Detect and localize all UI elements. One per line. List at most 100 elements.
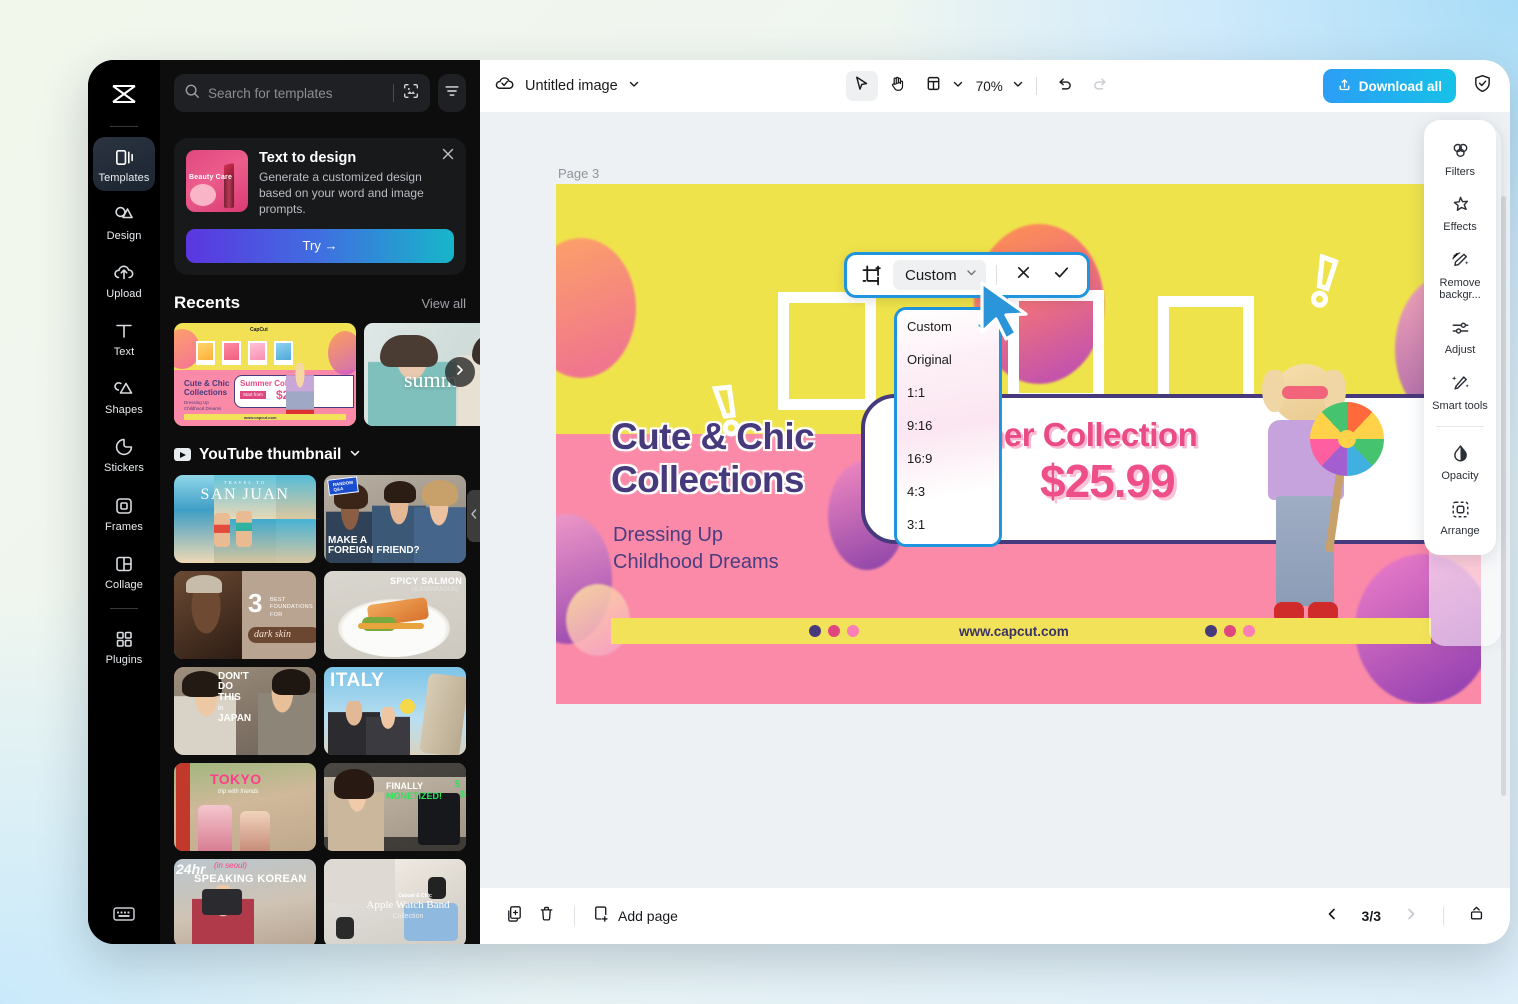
trash-icon — [537, 904, 556, 928]
toolbar-center-tools: 70% — [640, 71, 1323, 101]
search-box[interactable] — [174, 74, 430, 112]
tool-label: Remove backgr... — [1439, 276, 1481, 301]
dot — [828, 625, 840, 637]
undo-button[interactable] — [1049, 71, 1081, 101]
category-selector-youtube-thumbnail[interactable]: YouTube thumbnail — [160, 426, 480, 475]
tool-remove-background[interactable]: Remove backgr... — [1424, 241, 1496, 309]
template-card-foreign-friend[interactable]: RANDOM Q&A MAKE A FOREIGN FRIEND? — [324, 474, 466, 563]
tool-filters[interactable]: Filters — [1424, 130, 1496, 185]
tool-label: Effects — [1443, 221, 1477, 234]
crop-option-label: Original — [907, 352, 952, 367]
crop-option-1-1[interactable]: 1:1 — [897, 376, 999, 409]
tool-smart-tools[interactable]: Smart tools — [1424, 364, 1496, 419]
collapse-panel-handle[interactable] — [467, 490, 480, 542]
tool-adjust[interactable]: Adjust — [1424, 308, 1496, 363]
tool-label: Opacity — [1441, 469, 1479, 482]
crop-icon[interactable] — [855, 258, 889, 292]
zoom-selector[interactable]: 70% — [976, 77, 1024, 95]
dot — [847, 625, 859, 637]
document-name: Untitled image — [525, 78, 618, 94]
dot — [1205, 625, 1217, 637]
crop-option-9-16[interactable]: 9:16 — [897, 409, 999, 442]
template-thumbnail-grid: TRAVEL TO SAN JUAN RANDOM Q&A MAKE A FOREI… — [160, 474, 480, 944]
editor-area: Untitled image 70% Download all Page 3 C… — [480, 60, 1510, 944]
canvas-area[interactable]: Page 3 CapCut — [480, 112, 1510, 888]
tool-effects[interactable]: Effects — [1424, 185, 1496, 240]
close-icon[interactable] — [441, 147, 455, 166]
tool-label: Filters — [1445, 166, 1475, 178]
sidebar-label: Frames — [105, 520, 143, 533]
top-toolbar: Untitled image 70% Download all — [480, 60, 1510, 112]
sidebar-item-stickers[interactable]: Stickers — [93, 427, 155, 481]
exclamation-decoration — [1304, 253, 1346, 317]
search-divider — [393, 84, 394, 102]
layout-tool[interactable] — [918, 71, 964, 101]
left-icon-rail: Templates Design Upload Text Shapes Stic… — [88, 60, 160, 944]
hand-tool[interactable] — [882, 71, 914, 101]
duplicate-page-button[interactable] — [498, 900, 530, 932]
template-card-italy[interactable]: ITALY — [324, 666, 466, 755]
template-card-tokyo[interactable]: TOKYO trip with friends — [174, 762, 316, 851]
select-tool[interactable] — [845, 71, 878, 101]
crop-toolbar: Custom — [844, 252, 1090, 298]
next-page-button[interactable] — [1395, 900, 1427, 932]
sidebar-label: Upload — [106, 288, 142, 301]
page-navigation: 3/3 — [1316, 900, 1492, 932]
expand-panel-button[interactable] — [1460, 900, 1492, 932]
crop-confirm-button[interactable] — [1045, 258, 1079, 292]
remove-background-icon — [1449, 250, 1471, 272]
template-card-san-juan[interactable]: TRAVEL TO SAN JUAN — [174, 474, 316, 563]
image-search-icon[interactable] — [402, 82, 420, 105]
sidebar-item-collage[interactable]: Collage — [93, 544, 155, 598]
sidebar-item-text[interactable]: Text — [93, 311, 155, 365]
sidebar-label: Stickers — [104, 462, 144, 475]
shapes-icon — [113, 378, 135, 400]
crop-option-label: 9:16 — [907, 418, 933, 433]
keyboard-shortcuts-button[interactable] — [112, 905, 136, 928]
view-all-link[interactable]: View all — [421, 296, 466, 311]
prev-page-button[interactable] — [1316, 900, 1348, 932]
add-page-button[interactable]: Add page — [591, 904, 678, 928]
sidebar-item-templates[interactable]: Templates — [93, 137, 155, 192]
filter-button[interactable] — [438, 74, 466, 112]
download-all-button[interactable]: Download all — [1322, 69, 1456, 103]
tool-opacity[interactable]: Opacity — [1424, 434, 1496, 489]
capcut-logo[interactable] — [104, 74, 144, 114]
template-card-monetized[interactable]: FINALLY MONETIZED! $ $ — [324, 762, 466, 851]
delete-page-button[interactable] — [530, 900, 562, 932]
recent-card-summer-collection[interactable]: CapCut Cute & Chic Collections Dressing U… — [174, 322, 356, 426]
undo-icon — [1056, 75, 1073, 97]
sidebar-item-shapes[interactable]: Shapes — [93, 369, 155, 423]
dot — [809, 625, 821, 637]
crop-option-4-3[interactable]: 4:3 — [897, 475, 999, 508]
check-icon — [1052, 263, 1071, 287]
canvas-scrollbar[interactable] — [1501, 196, 1506, 796]
chevron-left-icon — [470, 507, 478, 525]
crop-option-16-9[interactable]: 16:9 — [897, 442, 999, 475]
crop-ratio-select[interactable]: Custom — [893, 260, 986, 290]
search-input[interactable] — [208, 85, 385, 101]
redo-button[interactable] — [1085, 71, 1117, 101]
mouse-cursor — [976, 280, 1034, 349]
template-card-foundations[interactable]: 3 BEST FOUNDATIONS FOR dark skin — [174, 570, 316, 659]
capcut-app-window: Templates Design Upload Text Shapes Stic… — [88, 60, 1510, 944]
template-card-apple-watch[interactable]: Casual & Chic Apple Watch Band Collectio… — [324, 858, 466, 944]
crop-option-3-1[interactable]: 3:1 — [897, 508, 999, 541]
sidebar-item-design[interactable]: Design — [93, 195, 155, 249]
document-name-button[interactable]: Untitled image — [494, 73, 640, 99]
template-card-spicy-salmon[interactable]: SPICY SALMON (& ASPARAGUS) — [324, 570, 466, 659]
tool-arrange[interactable]: Arrange — [1424, 489, 1496, 544]
sidebar-item-plugins[interactable]: Plugins — [93, 619, 155, 673]
sidebar-item-frames[interactable]: Frames — [93, 486, 155, 540]
sidebar-item-upload[interactable]: Upload — [93, 253, 155, 307]
template-card-korean[interactable]: 24hr (in seoul) SPEAKING KOREAN — [174, 858, 316, 944]
template-card-japan[interactable]: DON'T DO THIS in JAPAN — [174, 666, 316, 755]
shield-check-button[interactable] — [1468, 72, 1496, 100]
subhead-line-1: Dressing Up — [613, 524, 724, 546]
chevron-down-icon — [1012, 77, 1024, 95]
crop-option-label: 1:1 — [907, 385, 926, 400]
page-label: Page 3 — [558, 166, 600, 181]
try-button[interactable]: Try → — [186, 228, 454, 263]
recents-next-button[interactable] — [445, 356, 475, 387]
rail-divider — [110, 126, 138, 127]
